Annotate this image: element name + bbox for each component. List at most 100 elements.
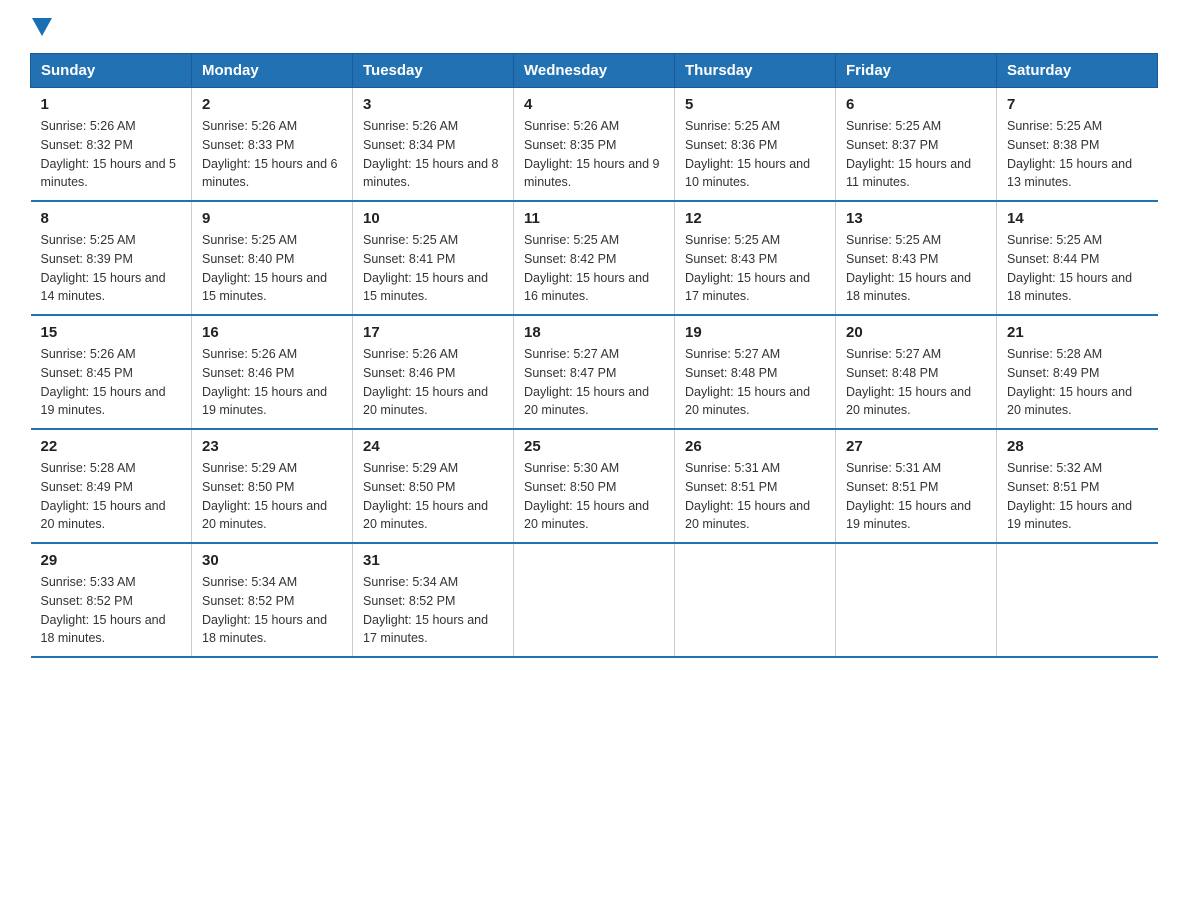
daylight-label: Daylight: 15 hours and 20 minutes. — [202, 499, 327, 532]
day-info: Sunrise: 5:25 AM Sunset: 8:41 PM Dayligh… — [363, 231, 503, 306]
sunrise-label: Sunrise: 5:26 AM — [524, 119, 619, 133]
day-number: 5 — [685, 96, 825, 113]
sunset-label: Sunset: 8:40 PM — [202, 252, 294, 266]
day-info: Sunrise: 5:34 AM Sunset: 8:52 PM Dayligh… — [363, 573, 503, 648]
daylight-label: Daylight: 15 hours and 9 minutes. — [524, 157, 660, 190]
daylight-label: Daylight: 15 hours and 13 minutes. — [1007, 157, 1132, 190]
table-row — [514, 543, 675, 657]
table-row: 26 Sunrise: 5:31 AM Sunset: 8:51 PM Dayl… — [675, 429, 836, 543]
sunset-label: Sunset: 8:33 PM — [202, 138, 294, 152]
table-row: 31 Sunrise: 5:34 AM Sunset: 8:52 PM Dayl… — [353, 543, 514, 657]
sunset-label: Sunset: 8:52 PM — [41, 594, 133, 608]
daylight-label: Daylight: 15 hours and 6 minutes. — [202, 157, 338, 190]
day-info: Sunrise: 5:26 AM Sunset: 8:32 PM Dayligh… — [41, 117, 182, 192]
sunrise-label: Sunrise: 5:26 AM — [363, 119, 458, 133]
day-number: 9 — [202, 210, 342, 227]
sunset-label: Sunset: 8:46 PM — [202, 366, 294, 380]
daylight-label: Daylight: 15 hours and 18 minutes. — [41, 613, 166, 646]
table-row: 29 Sunrise: 5:33 AM Sunset: 8:52 PM Dayl… — [31, 543, 192, 657]
daylight-label: Daylight: 15 hours and 17 minutes. — [685, 271, 810, 304]
sunrise-label: Sunrise: 5:34 AM — [363, 575, 458, 589]
daylight-label: Daylight: 15 hours and 18 minutes. — [202, 613, 327, 646]
day-number: 8 — [41, 210, 182, 227]
table-row: 28 Sunrise: 5:32 AM Sunset: 8:51 PM Dayl… — [997, 429, 1158, 543]
header-monday: Monday — [192, 54, 353, 88]
table-row: 8 Sunrise: 5:25 AM Sunset: 8:39 PM Dayli… — [31, 201, 192, 315]
daylight-label: Daylight: 15 hours and 18 minutes. — [1007, 271, 1132, 304]
sunset-label: Sunset: 8:51 PM — [685, 480, 777, 494]
daylight-label: Daylight: 15 hours and 5 minutes. — [41, 157, 177, 190]
table-row: 10 Sunrise: 5:25 AM Sunset: 8:41 PM Dayl… — [353, 201, 514, 315]
day-number: 16 — [202, 324, 342, 341]
sunrise-label: Sunrise: 5:29 AM — [202, 461, 297, 475]
daylight-label: Daylight: 15 hours and 20 minutes. — [524, 385, 649, 418]
sunset-label: Sunset: 8:42 PM — [524, 252, 616, 266]
logo-arrow-icon — [32, 18, 52, 41]
header-tuesday: Tuesday — [353, 54, 514, 88]
table-row: 23 Sunrise: 5:29 AM Sunset: 8:50 PM Dayl… — [192, 429, 353, 543]
sunrise-label: Sunrise: 5:25 AM — [685, 233, 780, 247]
calendar-week-row: 1 Sunrise: 5:26 AM Sunset: 8:32 PM Dayli… — [31, 88, 1158, 202]
calendar-week-row: 29 Sunrise: 5:33 AM Sunset: 8:52 PM Dayl… — [31, 543, 1158, 657]
sunset-label: Sunset: 8:37 PM — [846, 138, 938, 152]
sunrise-label: Sunrise: 5:26 AM — [41, 119, 136, 133]
sunset-label: Sunset: 8:45 PM — [41, 366, 133, 380]
daylight-label: Daylight: 15 hours and 20 minutes. — [846, 385, 971, 418]
table-row: 2 Sunrise: 5:26 AM Sunset: 8:33 PM Dayli… — [192, 88, 353, 202]
day-number: 30 — [202, 552, 342, 569]
sunrise-label: Sunrise: 5:25 AM — [1007, 119, 1102, 133]
sunset-label: Sunset: 8:51 PM — [846, 480, 938, 494]
sunrise-label: Sunrise: 5:34 AM — [202, 575, 297, 589]
day-number: 19 — [685, 324, 825, 341]
daylight-label: Daylight: 15 hours and 19 minutes. — [202, 385, 327, 418]
daylight-label: Daylight: 15 hours and 17 minutes. — [363, 613, 488, 646]
sunrise-label: Sunrise: 5:31 AM — [846, 461, 941, 475]
table-row: 6 Sunrise: 5:25 AM Sunset: 8:37 PM Dayli… — [836, 88, 997, 202]
sunset-label: Sunset: 8:41 PM — [363, 252, 455, 266]
day-info: Sunrise: 5:25 AM Sunset: 8:43 PM Dayligh… — [685, 231, 825, 306]
day-number: 7 — [1007, 96, 1148, 113]
day-number: 12 — [685, 210, 825, 227]
day-number: 2 — [202, 96, 342, 113]
day-info: Sunrise: 5:25 AM Sunset: 8:36 PM Dayligh… — [685, 117, 825, 192]
daylight-label: Daylight: 15 hours and 20 minutes. — [524, 499, 649, 532]
sunrise-label: Sunrise: 5:26 AM — [202, 119, 297, 133]
day-info: Sunrise: 5:27 AM Sunset: 8:48 PM Dayligh… — [846, 345, 986, 420]
table-row: 1 Sunrise: 5:26 AM Sunset: 8:32 PM Dayli… — [31, 88, 192, 202]
sunset-label: Sunset: 8:35 PM — [524, 138, 616, 152]
table-row: 12 Sunrise: 5:25 AM Sunset: 8:43 PM Dayl… — [675, 201, 836, 315]
table-row: 18 Sunrise: 5:27 AM Sunset: 8:47 PM Dayl… — [514, 315, 675, 429]
table-row: 11 Sunrise: 5:25 AM Sunset: 8:42 PM Dayl… — [514, 201, 675, 315]
sunrise-label: Sunrise: 5:29 AM — [363, 461, 458, 475]
day-info: Sunrise: 5:31 AM Sunset: 8:51 PM Dayligh… — [685, 459, 825, 534]
day-info: Sunrise: 5:26 AM Sunset: 8:46 PM Dayligh… — [363, 345, 503, 420]
sunrise-label: Sunrise: 5:25 AM — [685, 119, 780, 133]
sunrise-label: Sunrise: 5:30 AM — [524, 461, 619, 475]
sunset-label: Sunset: 8:50 PM — [524, 480, 616, 494]
header — [30, 20, 1158, 43]
daylight-label: Daylight: 15 hours and 20 minutes. — [685, 499, 810, 532]
sunset-label: Sunset: 8:50 PM — [363, 480, 455, 494]
header-thursday: Thursday — [675, 54, 836, 88]
day-info: Sunrise: 5:26 AM Sunset: 8:34 PM Dayligh… — [363, 117, 503, 192]
sunset-label: Sunset: 8:32 PM — [41, 138, 133, 152]
day-info: Sunrise: 5:33 AM Sunset: 8:52 PM Dayligh… — [41, 573, 182, 648]
daylight-label: Daylight: 15 hours and 11 minutes. — [846, 157, 971, 190]
day-info: Sunrise: 5:26 AM Sunset: 8:33 PM Dayligh… — [202, 117, 342, 192]
table-row: 5 Sunrise: 5:25 AM Sunset: 8:36 PM Dayli… — [675, 88, 836, 202]
sunset-label: Sunset: 8:43 PM — [685, 252, 777, 266]
day-info: Sunrise: 5:27 AM Sunset: 8:48 PM Dayligh… — [685, 345, 825, 420]
daylight-label: Daylight: 15 hours and 20 minutes. — [1007, 385, 1132, 418]
day-info: Sunrise: 5:29 AM Sunset: 8:50 PM Dayligh… — [363, 459, 503, 534]
sunrise-label: Sunrise: 5:26 AM — [363, 347, 458, 361]
table-row: 14 Sunrise: 5:25 AM Sunset: 8:44 PM Dayl… — [997, 201, 1158, 315]
day-number: 31 — [363, 552, 503, 569]
weekday-header-row: Sunday Monday Tuesday Wednesday Thursday… — [31, 54, 1158, 88]
day-number: 3 — [363, 96, 503, 113]
day-number: 25 — [524, 438, 664, 455]
daylight-label: Daylight: 15 hours and 15 minutes. — [363, 271, 488, 304]
daylight-label: Daylight: 15 hours and 8 minutes. — [363, 157, 499, 190]
daylight-label: Daylight: 15 hours and 19 minutes. — [846, 499, 971, 532]
day-info: Sunrise: 5:30 AM Sunset: 8:50 PM Dayligh… — [524, 459, 664, 534]
table-row — [997, 543, 1158, 657]
